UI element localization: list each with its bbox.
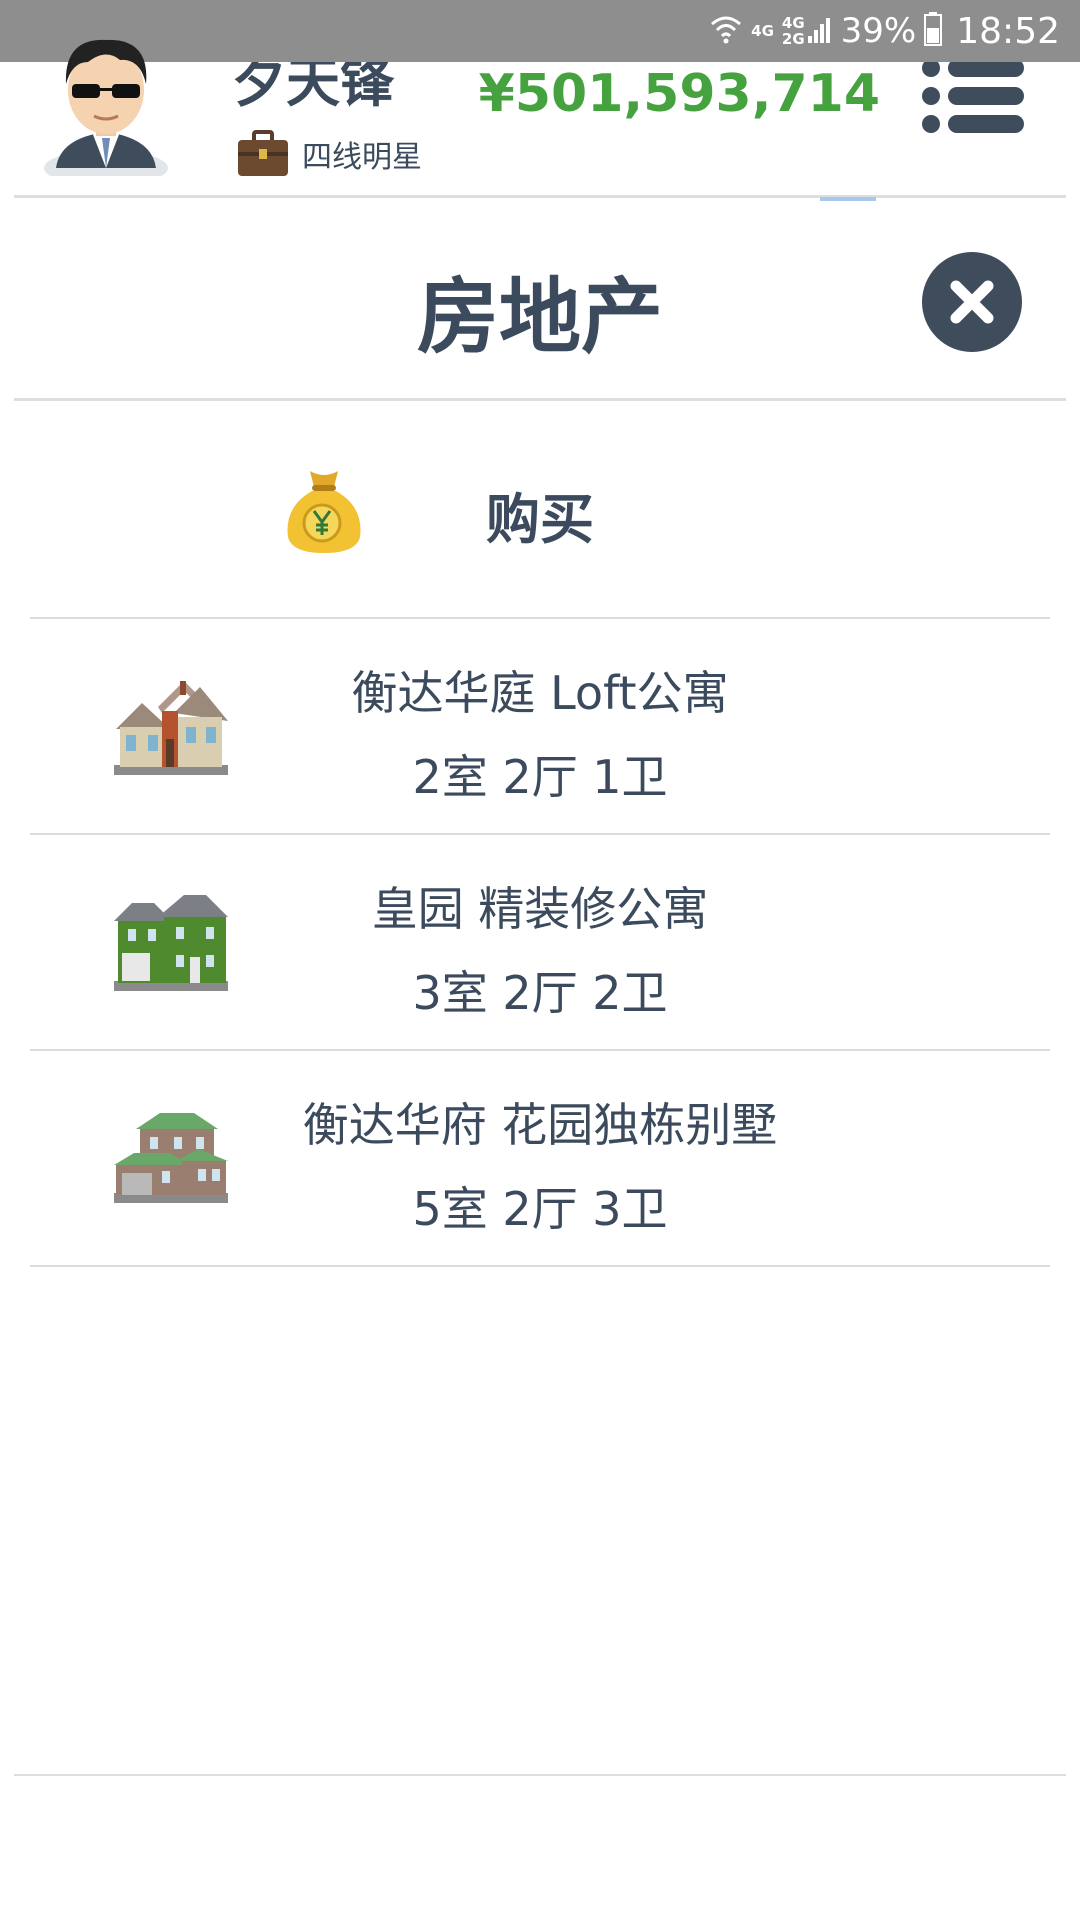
property-rooms: 5室 2厅 3卫 bbox=[412, 1182, 668, 1236]
page-title: 房地产 bbox=[416, 270, 663, 365]
money-balance: ¥501,593,714 bbox=[478, 64, 880, 124]
header-divider bbox=[14, 195, 1066, 198]
menu-button[interactable] bbox=[920, 56, 1024, 136]
buy-label: 购买 bbox=[486, 488, 594, 551]
property-item-apartment[interactable]: 皇园 精装修公寓 3室 2厅 2卫 bbox=[30, 835, 1050, 1049]
network-type: 4G 2G bbox=[782, 15, 805, 47]
buy-button[interactable]: 购买 bbox=[30, 401, 1050, 617]
row-divider bbox=[30, 1265, 1050, 1267]
briefcase-icon bbox=[236, 130, 290, 178]
status-indicators: 4G 4G 2G 39% 18:52 bbox=[709, 0, 1060, 62]
property-name: 皇园 精装修公寓 bbox=[371, 882, 709, 936]
rank-label: 四线明星 bbox=[302, 140, 422, 175]
battery-percent: 39% bbox=[840, 11, 917, 51]
menu-icon bbox=[922, 59, 1024, 133]
network-4g-label: 4G bbox=[751, 22, 774, 40]
close-button[interactable] bbox=[920, 250, 1024, 354]
status-time: 18:52 bbox=[956, 10, 1060, 52]
property-item-villa[interactable]: 衡达华府 花园独栋别墅 5室 2厅 3卫 bbox=[30, 1051, 1050, 1265]
rank-row: 四线明星 bbox=[236, 130, 422, 178]
wifi-icon bbox=[709, 12, 743, 50]
network-4g-label-2: 4G bbox=[781, 14, 805, 32]
property-rooms: 2室 2厅 1卫 bbox=[412, 750, 668, 804]
avatar[interactable] bbox=[40, 18, 172, 186]
battery-icon bbox=[924, 12, 943, 50]
property-rooms: 3室 2厅 2卫 bbox=[412, 966, 668, 1020]
network-2g-label: 2G bbox=[781, 30, 805, 48]
property-name: 衡达华庭 Loft公寓 bbox=[351, 666, 729, 720]
close-icon bbox=[922, 252, 1022, 352]
property-name: 衡达华府 花园独栋别墅 bbox=[302, 1098, 778, 1152]
signal-icon bbox=[807, 14, 831, 48]
header-accent bbox=[820, 197, 876, 201]
bottom-divider bbox=[14, 1774, 1066, 1776]
property-item-loft[interactable]: 衡达华庭 Loft公寓 2室 2厅 1卫 bbox=[30, 619, 1050, 833]
